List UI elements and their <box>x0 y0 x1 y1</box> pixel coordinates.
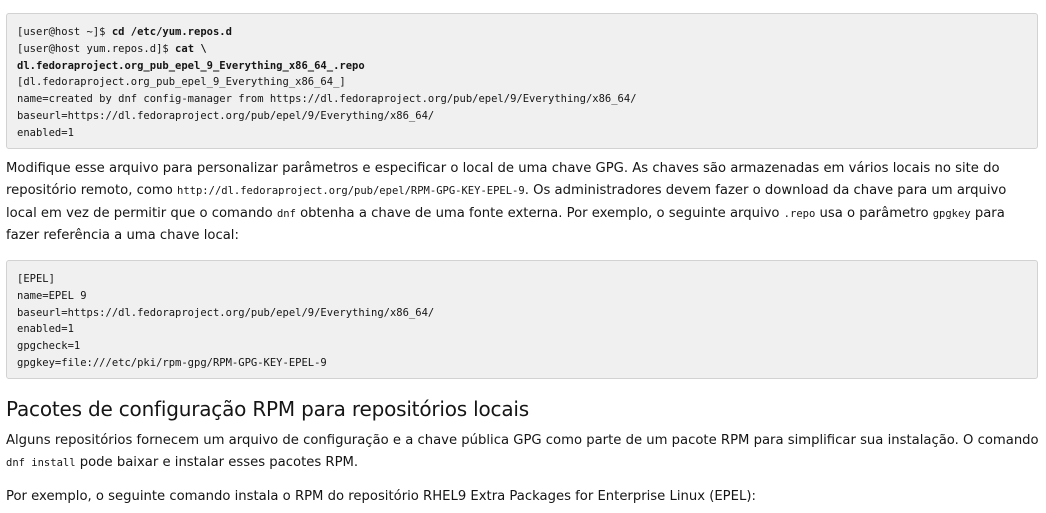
code-output-line: enabled=1 <box>17 323 74 336</box>
inline-code-gpgkey: gpgkey <box>932 207 971 220</box>
paragraph-text: obtenha a chave de uma fonte externa. Po… <box>295 205 784 221</box>
paragraph-gpg-key: Modifique esse arquivo para personalizar… <box>6 158 1040 248</box>
section-heading: Pacotes de configuração RPM para reposit… <box>6 397 529 421</box>
shell-prompt: [user@host yum.repos.d]$ <box>17 42 176 55</box>
code-output-line: [EPEL] <box>17 273 55 285</box>
code-line: dl.fedoraproject.org_pub_epel_9_Everythi… <box>17 58 1027 75</box>
code-output-line: baseurl=https://dl.fedoraproject.org/pub… <box>17 306 435 319</box>
code-block-repo-file: [user@host ~]$ cd /etc/yum.repos.d [user… <box>6 13 1038 149</box>
code-output-line: baseurl=https://dl.fedoraproject.org/pub… <box>17 109 435 122</box>
inline-code-url: http://dl.fedoraproject.org/pub/epel/RPM… <box>177 185 525 198</box>
code-output-line: gpgkey=file:///etc/pki/rpm-gpg/RPM-GPG-K… <box>17 356 327 369</box>
paragraph-text: Alguns repositórios fornecem um arquivo … <box>6 433 1039 448</box>
inline-code-dnf-install: dnf install <box>6 457 76 470</box>
paragraph-text: usa o parâmetro <box>815 205 933 221</box>
code-output-line: [dl.fedoraproject.org_pub_epel_9_Everyth… <box>17 76 346 89</box>
code-output-line: name=created by dnf config-manager from … <box>17 93 637 106</box>
paragraph-rpm-packages: Alguns repositórios fornecem um arquivo … <box>6 430 1040 475</box>
inline-code-repo: .repo <box>783 207 816 220</box>
shell-command: dl.fedoraproject.org_pub_epel_9_Everythi… <box>17 59 365 72</box>
inline-code-dnf: dnf <box>276 207 296 220</box>
code-output-line: gpgcheck=1 <box>17 340 81 353</box>
shell-prompt: [user@host ~]$ <box>17 26 112 38</box>
code-output-line: name=EPEL 9 <box>17 289 87 302</box>
paragraph-epel-example: Por exemplo, o seguinte comando instala … <box>6 489 756 504</box>
code-block-epel-repo: [EPEL] name=EPEL 9 baseurl=https://dl.fe… <box>6 260 1038 379</box>
code-line: [user@host ~]$ cd /etc/yum.repos.d <box>17 24 1027 41</box>
paragraph-text: pode baixar e instalar esses pacotes RPM… <box>75 455 359 471</box>
shell-command: cat \ <box>175 42 207 55</box>
code-line: [user@host yum.repos.d]$ cat \ <box>17 41 1027 58</box>
shell-command: cd /etc/yum.repos.d <box>111 26 232 38</box>
code-output-line: enabled=1 <box>17 126 74 139</box>
